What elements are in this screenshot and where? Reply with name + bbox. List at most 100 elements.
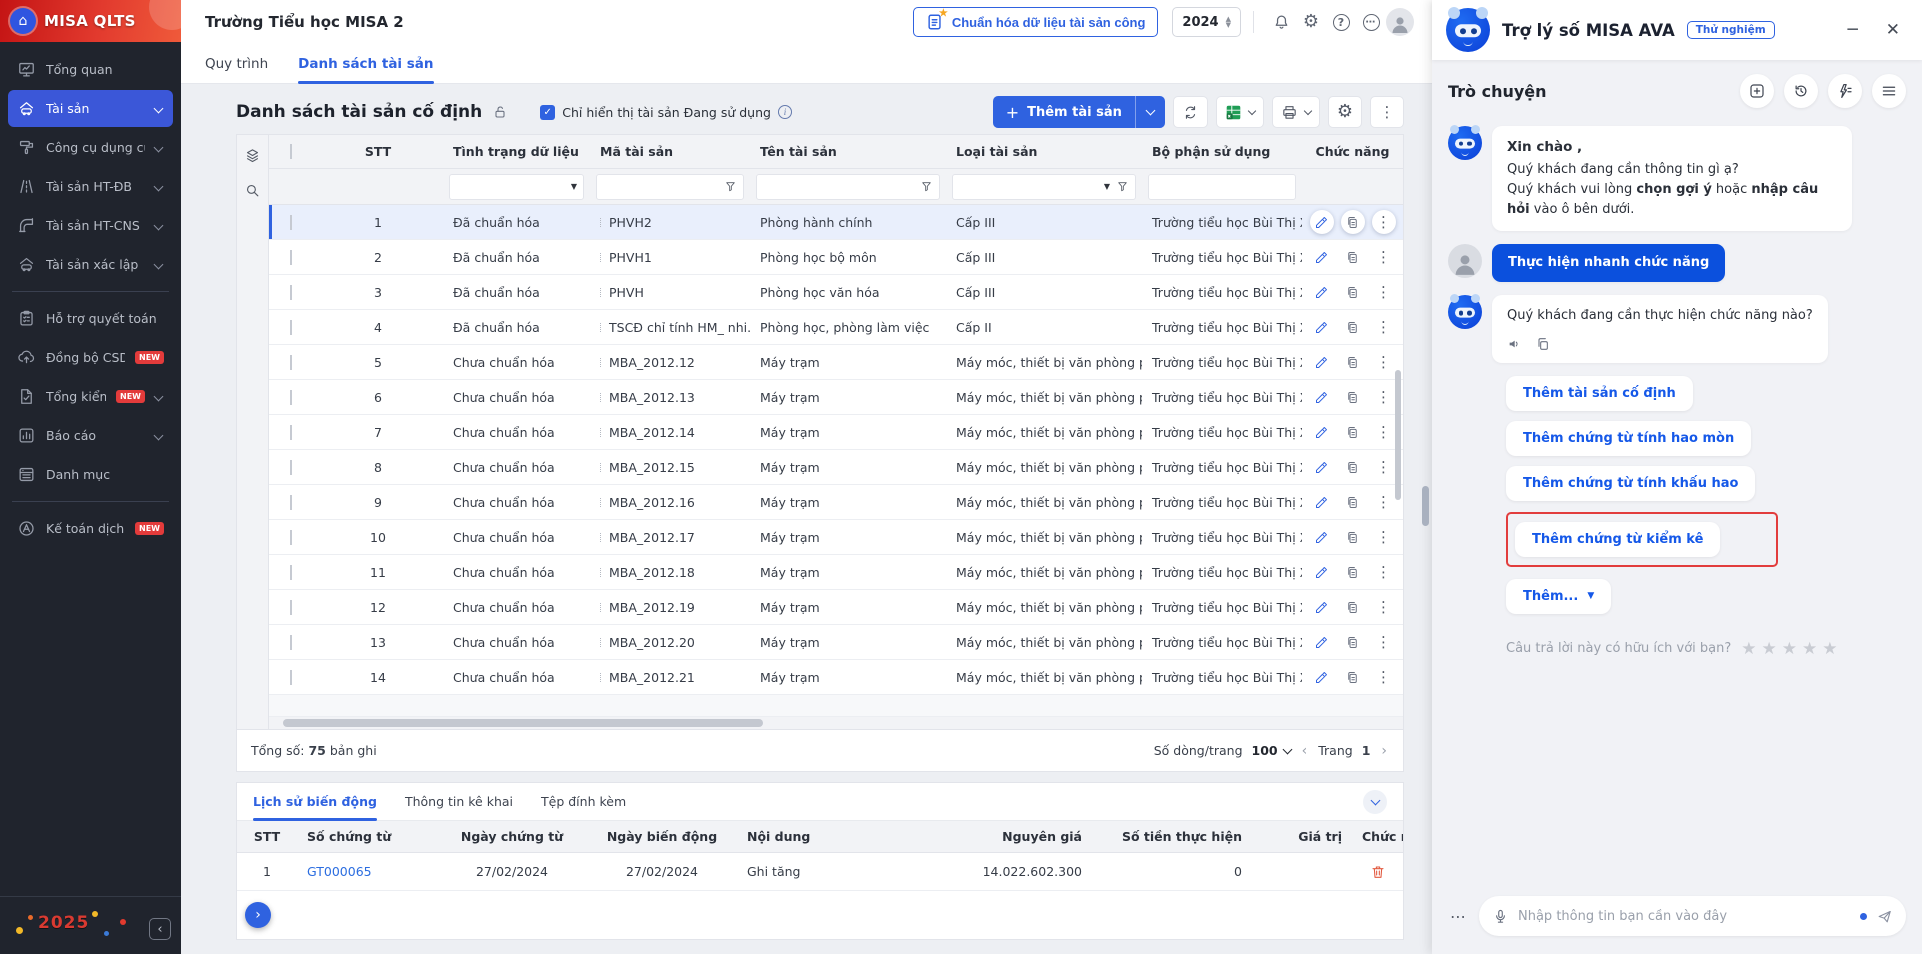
more-options-icon[interactable]: ⋯ [1356, 7, 1386, 37]
in-use-filter[interactable]: ✓ Chỉ hiển thị tài sản Đang sử dụng i [540, 104, 792, 120]
table-row[interactable]: 12 Chưa chuẩn hóa MBA_2012.19 Máy trạm M… [269, 590, 1403, 625]
row-more-icon[interactable]: ⋮ [1372, 560, 1396, 584]
duplicate-icon[interactable] [1341, 245, 1365, 269]
horizontal-scrollbar[interactable] [269, 717, 1403, 729]
sidebar-item[interactable]: Hỗ trợ quyết toán [8, 300, 173, 337]
funnel-icon[interactable] [724, 180, 737, 193]
duplicate-icon[interactable] [1341, 665, 1365, 689]
normalize-data-button[interactable]: ★ Chuẩn hóa dữ liệu tài sản công [912, 7, 1159, 37]
refresh-button[interactable] [1172, 96, 1208, 128]
col-code[interactable]: Mã tài sản [590, 144, 750, 159]
speaker-icon[interactable] [1507, 336, 1523, 352]
layers-icon[interactable] [244, 147, 261, 164]
edit-icon[interactable] [1310, 560, 1334, 584]
menu-icon[interactable] [1872, 74, 1906, 108]
table-row[interactable]: 14 Chưa chuẩn hóa MBA_2012.21 Máy trạm M… [269, 660, 1403, 695]
edit-icon[interactable] [1309, 210, 1334, 234]
col-stt[interactable]: STT [313, 144, 443, 159]
table-row[interactable]: 5 Chưa chuẩn hóa MBA_2012.12 Máy trạm Má… [269, 345, 1403, 380]
row-more-icon[interactable]: ⋮ [1372, 315, 1396, 339]
unlock-icon[interactable] [492, 104, 508, 120]
table-settings-button[interactable]: ⚙ [1327, 96, 1362, 128]
col-status[interactable]: Tình trạng dữ liệu [443, 144, 590, 159]
row-checkbox[interactable] [290, 599, 292, 615]
name-filter-input[interactable] [756, 173, 940, 200]
row-checkbox[interactable] [290, 564, 292, 580]
search-icon[interactable] [244, 182, 261, 199]
row-more-icon[interactable]: ⋮ [1372, 665, 1396, 689]
main-tab[interactable]: Danh sách tài sản [298, 44, 434, 84]
table-row[interactable]: 4 Đã chuẩn hóa TSCĐ chỉ tính HM_ nhi... … [269, 310, 1403, 345]
row-checkbox[interactable] [290, 389, 292, 405]
document-link[interactable]: GT000065 [297, 864, 437, 879]
table-row[interactable]: 1 Đã chuẩn hóa PHVH2 Phòng hành chính Cấ… [269, 205, 1403, 240]
suggestion-chip[interactable]: Thêm chứng từ tính hao mòn [1506, 420, 1752, 456]
select-all-checkbox[interactable] [290, 144, 292, 159]
table-row[interactable]: 13 Chưa chuẩn hóa MBA_2012.20 Máy trạm M… [269, 625, 1403, 660]
info-icon[interactable]: i [777, 105, 792, 119]
excel-dropdown-icon[interactable] [1247, 106, 1257, 115]
more-tools-button[interactable]: ⋮ [1370, 96, 1404, 128]
sidebar-item[interactable]: Đồng bộ CSDL TSC NEW [8, 339, 173, 376]
suggestion-chip[interactable]: Thêm tài sản cố định [1506, 375, 1693, 411]
chat-more-options-icon[interactable]: ⋯ [1448, 907, 1469, 926]
row-more-icon[interactable]: ⋮ [1372, 350, 1396, 374]
year-spinner-icon[interactable]: ▲ ▼ [1226, 16, 1231, 29]
quick-prompts-icon[interactable] [1828, 74, 1862, 108]
sidebar-item[interactable]: Tài sản HT-ĐB [8, 168, 173, 205]
edit-icon[interactable] [1310, 595, 1334, 619]
collapse-sidebar-button[interactable]: ‹ [149, 918, 171, 940]
duplicate-icon[interactable] [1341, 490, 1365, 514]
delete-icon[interactable] [1370, 864, 1386, 880]
duplicate-icon[interactable] [1341, 630, 1365, 654]
edit-icon[interactable] [1310, 420, 1334, 444]
print-dropdown-icon[interactable] [1303, 106, 1313, 115]
row-more-icon[interactable]: ⋮ [1372, 525, 1396, 549]
row-checkbox[interactable] [290, 424, 292, 440]
sidebar-item[interactable]: Tài sản xác lập [8, 246, 173, 283]
vertical-scrollbar[interactable] [1395, 370, 1401, 500]
edit-icon[interactable] [1310, 630, 1334, 654]
detail-row[interactable]: 1 GT000065 27/02/2024 27/02/2024 Ghi tăn… [237, 853, 1403, 891]
sidebar-item[interactable]: Công cụ dụng cụ [8, 129, 173, 166]
scrollbar-thumb[interactable] [283, 719, 763, 727]
microphone-icon[interactable] [1492, 908, 1509, 925]
expand-tree-button[interactable]: › [245, 902, 271, 928]
row-checkbox[interactable] [290, 354, 292, 370]
sidebar-item[interactable]: Tổng quan [8, 51, 173, 88]
type-filter-select[interactable]: ▼ [952, 173, 1136, 200]
print-button[interactable] [1271, 96, 1320, 128]
row-checkbox[interactable] [290, 214, 292, 230]
close-icon[interactable]: ✕ [1884, 20, 1902, 40]
sidebar-item[interactable]: Kế toán dịch vụ NEW [8, 510, 173, 547]
row-checkbox[interactable] [290, 319, 292, 335]
panel-resize-handle[interactable] [1422, 486, 1429, 526]
row-more-icon[interactable]: ⋮ [1372, 420, 1396, 444]
checked-checkbox[interactable]: ✓ [540, 104, 556, 120]
duplicate-icon[interactable] [1341, 315, 1365, 339]
col-type[interactable]: Loại tài sản [946, 144, 1142, 159]
table-row[interactable]: 2 Đã chuẩn hóa PHVH1 Phòng học bộ môn Cấ… [269, 240, 1403, 275]
funnel-icon[interactable] [920, 180, 933, 193]
row-more-icon[interactable]: ⋮ [1372, 385, 1396, 409]
table-row[interactable]: 9 Chưa chuẩn hóa MBA_2012.16 Máy trạm Má… [269, 485, 1403, 520]
row-more-icon[interactable]: ⋮ [1372, 245, 1396, 269]
duplicate-icon[interactable] [1341, 525, 1365, 549]
new-chat-icon[interactable] [1740, 74, 1774, 108]
table-row[interactable]: 11 Chưa chuẩn hóa MBA_2012.18 Máy trạm M… [269, 555, 1403, 590]
settings-gear-icon[interactable]: ⚙ [1296, 7, 1326, 37]
edit-icon[interactable] [1310, 455, 1334, 479]
duplicate-icon[interactable] [1341, 595, 1365, 619]
copy-icon[interactable] [1535, 336, 1551, 352]
duplicate-icon[interactable] [1341, 350, 1365, 374]
chat-input-box[interactable] [1479, 896, 1906, 936]
table-row[interactable]: 6 Chưa chuẩn hóa MBA_2012.13 Máy trạm Má… [269, 380, 1403, 415]
more-suggestions-button[interactable]: Thêm... ▼ [1506, 578, 1612, 614]
duplicate-icon[interactable] [1341, 560, 1365, 584]
notifications-bell-icon[interactable] [1266, 7, 1296, 37]
detail-tab[interactable]: Lịch sử biến động [253, 783, 377, 821]
edit-icon[interactable] [1310, 245, 1334, 269]
row-checkbox[interactable] [290, 634, 292, 650]
add-asset-button[interactable]: + Thêm tài sản [992, 96, 1165, 128]
send-icon[interactable] [1876, 908, 1893, 925]
